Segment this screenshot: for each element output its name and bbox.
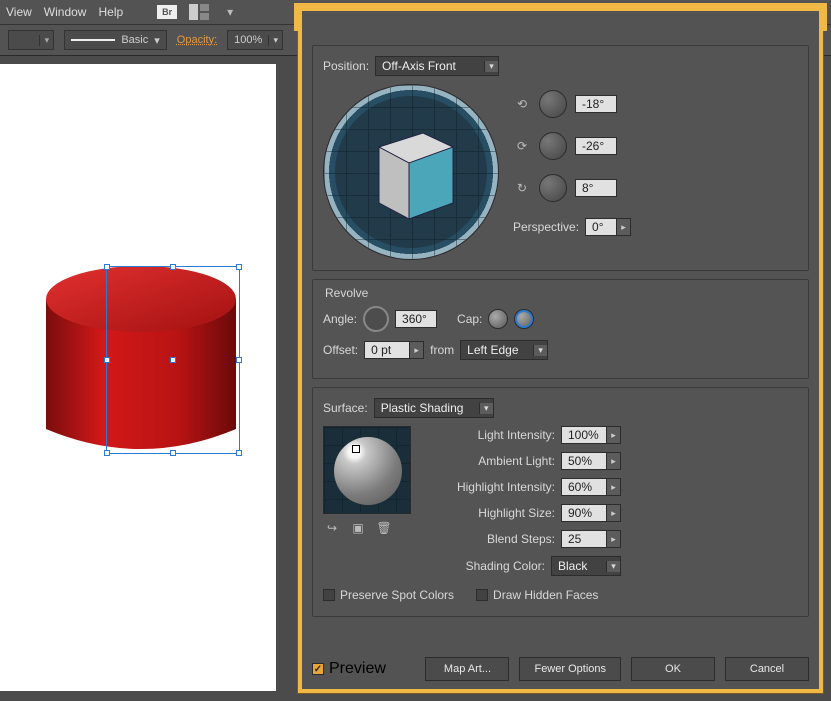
opacity-field[interactable]: 100% ▾: [227, 30, 283, 50]
revolve-title: Revolve: [325, 286, 798, 300]
angle-label: Angle:: [323, 312, 357, 326]
new-light-icon[interactable]: ▣: [349, 520, 367, 536]
blend-steps-field[interactable]: 25▸: [561, 530, 621, 548]
preview-checkbox[interactable]: ✓Preview: [312, 660, 386, 678]
3d-revolve-dialog: 3D Revolve Options Position: Off-Axis Fr…: [297, 6, 824, 694]
highlight-intensity-field[interactable]: 60%▸: [561, 478, 621, 496]
menu-view[interactable]: View: [6, 5, 32, 19]
revolve-angle-field[interactable]: 360°: [395, 310, 437, 328]
rotate-z-field[interactable]: 8°: [575, 179, 617, 197]
handle-icon[interactable]: [170, 357, 176, 363]
position-group: Position: Off-Axis Front ▾: [312, 45, 809, 271]
ok-button[interactable]: OK: [631, 657, 715, 681]
cap-on-button[interactable]: [488, 309, 508, 329]
sphere-icon: [334, 437, 402, 505]
blend-steps-label: Blend Steps:: [435, 532, 555, 546]
move-light-back-icon[interactable]: ↪: [323, 520, 341, 536]
menu-window[interactable]: Window: [44, 5, 87, 19]
selection-bounding-box[interactable]: [106, 266, 240, 454]
highlight-size-label: Highlight Size:: [435, 506, 555, 520]
light-intensity-field[interactable]: 100%▸: [561, 426, 621, 444]
rotate-y-icon: ⟳: [513, 137, 531, 155]
revolve-angle-knob[interactable]: [363, 306, 389, 332]
delete-light-icon[interactable]: 🗑: [375, 520, 393, 536]
ambient-light-field[interactable]: 50%▸: [561, 452, 621, 470]
stroke-line-icon: [71, 39, 115, 41]
offset-from-dropdown[interactable]: Left Edge▾: [460, 340, 548, 360]
light-handle-icon[interactable]: [352, 445, 360, 453]
from-label: from: [430, 343, 454, 357]
stroke-profile-label: Basic: [121, 34, 148, 46]
map-art-button[interactable]: Map Art...: [425, 657, 509, 681]
handle-icon[interactable]: [104, 450, 110, 456]
surface-preset-dropdown[interactable]: Plastic Shading▾: [374, 398, 494, 418]
cancel-button[interactable]: Cancel: [725, 657, 809, 681]
handle-icon[interactable]: [236, 450, 242, 456]
preserve-spot-checkbox[interactable]: Preserve Spot Colors: [323, 588, 454, 602]
light-preview[interactable]: [323, 426, 411, 514]
stroke-weight-dropdown[interactable]: ▾: [8, 30, 54, 50]
opacity-value: 100%: [228, 34, 268, 46]
offset-label: Offset:: [323, 343, 358, 357]
surface-group: Surface: Plastic Shading▾ ↪ ▣: [312, 387, 809, 617]
bridge-icon[interactable]: Br: [157, 5, 177, 19]
shading-color-dropdown[interactable]: Black▾: [551, 556, 621, 576]
opacity-label[interactable]: Opacity:: [177, 34, 217, 46]
offset-field[interactable]: 0 pt ▸: [364, 341, 424, 359]
highlight-intensity-label: Highlight Intensity:: [435, 480, 555, 494]
revolve-group: Revolve Angle: 360° Cap: Offset: 0 pt ▸: [312, 279, 809, 379]
ambient-light-label: Ambient Light:: [435, 454, 555, 468]
position-label: Position:: [323, 59, 369, 73]
rotate-x-knob[interactable]: [539, 90, 567, 118]
position-preset-dropdown[interactable]: Off-Axis Front ▾: [375, 56, 499, 76]
draw-hidden-checkbox[interactable]: Draw Hidden Faces: [476, 588, 598, 602]
surface-label: Surface:: [323, 401, 368, 415]
handle-icon[interactable]: [104, 264, 110, 270]
handle-icon[interactable]: [170, 450, 176, 456]
dialog-button-row: ✓Preview Map Art... Fewer Options OK Can…: [302, 651, 819, 689]
rotate-z-knob[interactable]: [539, 174, 567, 202]
rotation-cube-preview[interactable]: [323, 84, 499, 260]
handle-icon[interactable]: [236, 264, 242, 270]
cap-off-button[interactable]: [514, 309, 534, 329]
arrange-documents-icon[interactable]: [189, 4, 209, 20]
handle-icon[interactable]: [170, 264, 176, 270]
handle-icon[interactable]: [236, 357, 242, 363]
handle-icon[interactable]: [104, 357, 110, 363]
light-intensity-label: Light Intensity:: [435, 428, 555, 442]
fewer-options-button[interactable]: Fewer Options: [519, 657, 621, 681]
cap-label: Cap:: [457, 312, 482, 326]
highlight-size-field[interactable]: 90%▸: [561, 504, 621, 522]
canvas[interactable]: [0, 64, 276, 691]
stepper-icon[interactable]: ▸: [617, 218, 631, 236]
rotate-y-field[interactable]: -26°: [575, 137, 617, 155]
menu-help[interactable]: Help: [98, 5, 123, 19]
stepper-icon[interactable]: ▸: [410, 341, 424, 359]
rotate-x-field[interactable]: -18°: [575, 95, 617, 113]
rotate-x-icon: ⟲: [513, 95, 531, 113]
rotate-y-knob[interactable]: [539, 132, 567, 160]
rotate-z-icon: ↻: [513, 179, 531, 197]
stroke-profile-dropdown[interactable]: Basic ▾: [64, 30, 166, 50]
shading-color-label: Shading Color:: [425, 559, 545, 573]
arrange-dropdown-icon[interactable]: ▾: [221, 3, 239, 21]
perspective-field[interactable]: 0° ▸: [585, 218, 631, 236]
perspective-label: Perspective:: [513, 220, 579, 234]
position-preset-value: Off-Axis Front: [376, 59, 484, 73]
cube-icon: [367, 123, 463, 227]
